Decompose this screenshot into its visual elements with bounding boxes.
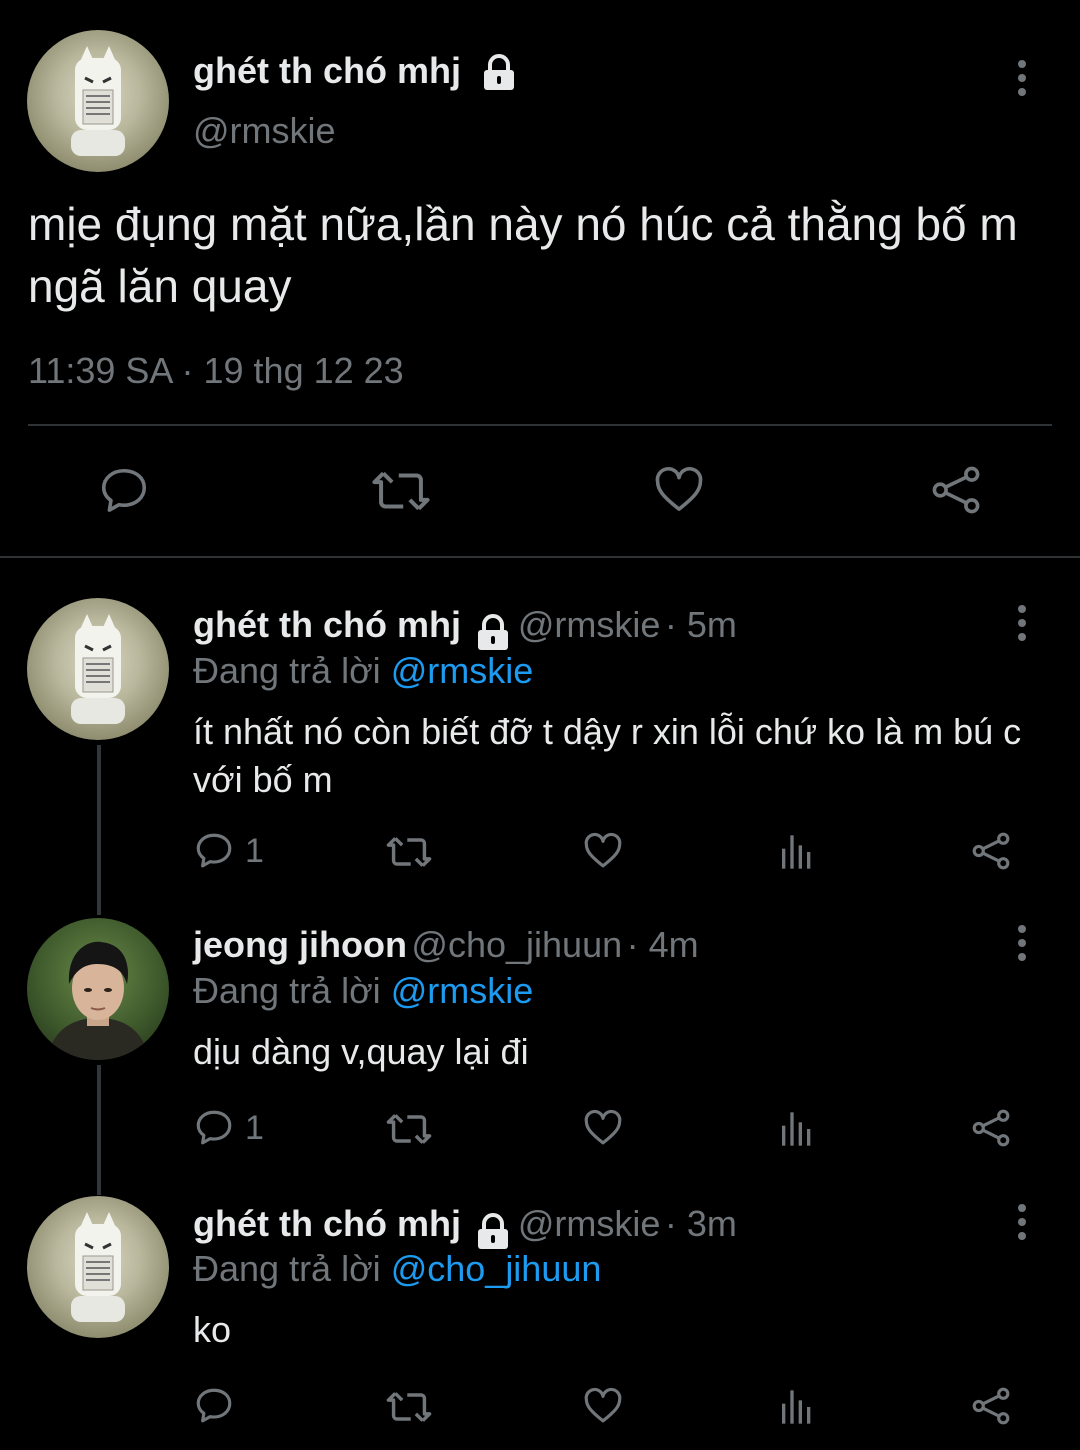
- replying-label: Đang trả lời: [193, 970, 381, 1011]
- reply-author-handle[interactable]: @cho_jihuun: [411, 924, 622, 965]
- reply-button[interactable]: [193, 1385, 245, 1427]
- reply-author-name[interactable]: jeong jihoon: [193, 924, 407, 965]
- reply-header: jeong jihoon @cho_jihuun · 4m: [193, 924, 699, 966]
- like-icon[interactable]: [581, 1385, 625, 1427]
- reply-button[interactable]: 1: [193, 1107, 264, 1149]
- section-divider: [0, 556, 1080, 558]
- reply-time: · 4m: [626, 924, 699, 965]
- reply-header: ghét th chó mhj @rmskie · 5m: [193, 604, 737, 652]
- divider: [28, 424, 1052, 426]
- reply-text: ko: [193, 1309, 232, 1350]
- like-icon[interactable]: [581, 830, 625, 872]
- replying-to: Đang trả lời @cho_jihuun: [193, 1248, 601, 1290]
- more-icon[interactable]: [1012, 1202, 1032, 1242]
- main-avatar[interactable]: [27, 30, 169, 172]
- reply-header: ghét th chó mhj @rmskie · 3m: [193, 1203, 737, 1251]
- lock-icon: [478, 1212, 509, 1249]
- share-icon[interactable]: [970, 1385, 1012, 1427]
- more-icon[interactable]: [1012, 923, 1032, 963]
- reply-author-name[interactable]: ghét th chó mhj: [193, 604, 461, 645]
- reply-avatar[interactable]: [27, 918, 169, 1060]
- reply-icon[interactable]: [97, 464, 151, 518]
- reply-author-handle[interactable]: @rmskie: [518, 604, 661, 645]
- main-author-handle[interactable]: @rmskie: [193, 110, 336, 152]
- reply-count: 1: [245, 1108, 264, 1147]
- lock-icon: [478, 613, 509, 650]
- reply-avatar[interactable]: [27, 1196, 169, 1338]
- replying-to: Đang trả lời @rmskie: [193, 650, 533, 692]
- thread-line: [97, 745, 101, 915]
- replying-label: Đang trả lời: [193, 650, 381, 691]
- replying-label: Đang trả lời: [193, 1248, 381, 1289]
- views-icon[interactable]: [776, 832, 818, 872]
- reply-time: · 5m: [664, 604, 737, 645]
- retweet-icon[interactable]: [385, 1386, 433, 1428]
- reply-count: 1: [245, 831, 264, 870]
- reply-author-name[interactable]: ghét th chó mhj: [193, 1203, 461, 1244]
- reply-avatar[interactable]: [27, 598, 169, 740]
- main-tweet-text: mịe đụng mặt nữa,lần này nó húc cả thằng…: [28, 198, 1018, 312]
- like-icon[interactable]: [581, 1107, 625, 1149]
- share-icon[interactable]: [970, 830, 1012, 872]
- reply-icon: [196, 833, 232, 868]
- replying-to-handle[interactable]: @cho_jihuun: [391, 1248, 602, 1289]
- reply-icon: [196, 1110, 232, 1145]
- more-icon[interactable]: [1012, 603, 1032, 643]
- reply-time: · 3m: [664, 1203, 737, 1244]
- retweet-icon[interactable]: [370, 464, 432, 518]
- replying-to-handle[interactable]: @rmskie: [391, 970, 534, 1011]
- views-icon[interactable]: [776, 1387, 818, 1427]
- share-icon[interactable]: [929, 463, 983, 517]
- retweet-icon[interactable]: [385, 1108, 433, 1150]
- like-icon[interactable]: [651, 463, 707, 517]
- reply-icon: [196, 1388, 232, 1423]
- meta-separator: ·: [181, 350, 194, 391]
- reply-button[interactable]: 1: [193, 830, 264, 872]
- main-author-name-text[interactable]: ghét th chó mhj: [193, 50, 461, 91]
- reply-text: ít nhất nó còn biết đỡ t dậy r xin lỗi c…: [193, 711, 1022, 800]
- main-author-name[interactable]: ghét th chó mhj: [193, 50, 519, 92]
- main-tweet-time: 11:39 SA: [28, 350, 172, 391]
- retweet-icon[interactable]: [385, 831, 433, 873]
- share-icon[interactable]: [970, 1107, 1012, 1149]
- lock-icon: [484, 54, 514, 91]
- views-icon[interactable]: [776, 1109, 818, 1149]
- thread-line: [97, 1065, 101, 1195]
- reply-text: dịu dàng v,quay lại đi: [193, 1031, 529, 1072]
- reply-author-handle[interactable]: @rmskie: [518, 1203, 661, 1244]
- main-tweet-meta: 11:39 SA · 19 thg 12 23: [28, 350, 404, 392]
- replying-to-handle[interactable]: @rmskie: [391, 650, 534, 691]
- main-tweet-date: 19 thg 12 23: [203, 350, 404, 391]
- replying-to: Đang trả lời @rmskie: [193, 970, 533, 1012]
- more-icon[interactable]: [1012, 58, 1032, 98]
